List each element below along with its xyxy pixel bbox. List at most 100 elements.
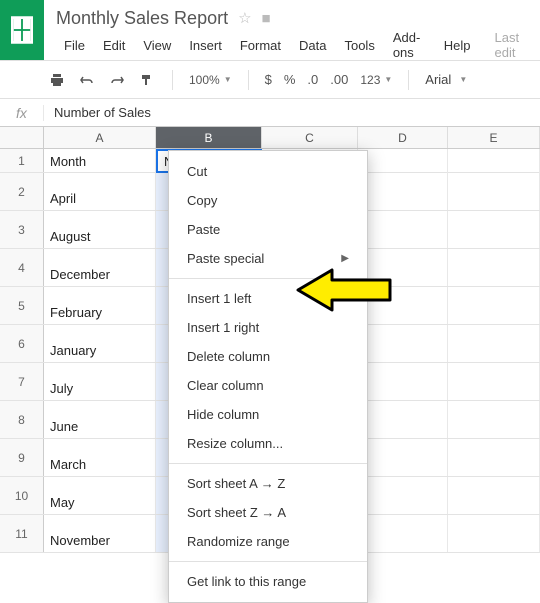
format-currency[interactable]: $ <box>265 72 272 87</box>
cell-A8[interactable]: June <box>44 401 156 438</box>
context-menu-separator <box>169 463 367 464</box>
cell-D8[interactable] <box>358 401 448 438</box>
formula-input[interactable]: Number of Sales <box>44 105 151 120</box>
format-percent[interactable]: % <box>284 72 296 87</box>
row-header[interactable]: 1 <box>0 149 44 172</box>
row-header[interactable]: 3 <box>0 211 44 248</box>
menu-view[interactable]: View <box>135 36 179 55</box>
cell-E2[interactable] <box>448 173 540 210</box>
cell-E11[interactable] <box>448 515 540 552</box>
cell-D4[interactable] <box>358 249 448 286</box>
cell-D1[interactable] <box>358 149 448 173</box>
toolbar-divider <box>408 70 409 90</box>
cell-D11[interactable] <box>358 515 448 552</box>
cell-D7[interactable] <box>358 363 448 400</box>
redo-icon[interactable] <box>108 71 126 89</box>
cell-A5[interactable]: February <box>44 287 156 324</box>
ctx-sort-sheet-a-z[interactable]: Sort sheet A → Z <box>169 469 367 498</box>
submenu-caret-icon: ▶ <box>341 253 349 264</box>
ctx-resize-column-[interactable]: Resize column... <box>169 429 367 458</box>
cell-E10[interactable] <box>448 477 540 514</box>
ctx-paste-special[interactable]: Paste special▶ <box>169 244 367 273</box>
menu-insert[interactable]: Insert <box>181 36 230 55</box>
format-more[interactable]: 123▼ <box>360 73 392 87</box>
cell-A4[interactable]: December <box>44 249 156 286</box>
col-header-b[interactable]: B <box>156 127 262 148</box>
row-header[interactable]: 4 <box>0 249 44 286</box>
cell-A9[interactable]: March <box>44 439 156 476</box>
col-header-e[interactable]: E <box>448 127 540 148</box>
sheets-logo[interactable] <box>0 0 44 60</box>
ctx-paste[interactable]: Paste <box>169 215 367 244</box>
col-header-c[interactable]: C <box>262 127 358 148</box>
ctx-insert-1-right[interactable]: Insert 1 right <box>169 313 367 342</box>
cell-D10[interactable] <box>358 477 448 514</box>
row-header[interactable]: 8 <box>0 401 44 438</box>
menu-tools[interactable]: Tools <box>336 36 382 55</box>
cell-E5[interactable] <box>448 287 540 324</box>
cell-D5[interactable] <box>358 287 448 324</box>
zoom-selector[interactable]: 100%▼ <box>189 73 232 87</box>
cell-D9[interactable] <box>358 439 448 476</box>
ctx-copy[interactable]: Copy <box>169 186 367 215</box>
cell-E7[interactable] <box>448 363 540 400</box>
row-header[interactable]: 9 <box>0 439 44 476</box>
cell-A3[interactable]: August <box>44 211 156 248</box>
cell-D6[interactable] <box>358 325 448 362</box>
col-header-a[interactable]: A <box>44 127 156 148</box>
cell-D3[interactable] <box>358 211 448 248</box>
menu-help[interactable]: Help <box>436 36 479 55</box>
row-header[interactable]: 6 <box>0 325 44 362</box>
col-header-d[interactable]: D <box>358 127 448 148</box>
format-decrease-decimal[interactable]: .0 <box>307 72 318 87</box>
folder-icon[interactable]: ■ <box>262 10 271 27</box>
menu-file[interactable]: File <box>56 36 93 55</box>
font-selector[interactable]: Arial▼ <box>425 72 467 87</box>
menu-edit[interactable]: Edit <box>95 36 133 55</box>
star-icon[interactable]: ☆ <box>238 9 251 27</box>
context-menu: CutCopyPastePaste special▶ Insert 1 leftI… <box>168 150 368 603</box>
row-header[interactable]: 2 <box>0 173 44 210</box>
cell-A6[interactable]: January <box>44 325 156 362</box>
cell-E1[interactable] <box>448 149 540 173</box>
ctx-hide-column[interactable]: Hide column <box>169 400 367 429</box>
row-header[interactable]: 5 <box>0 287 44 324</box>
context-menu-separator <box>169 561 367 562</box>
ctx-insert-1-left[interactable]: Insert 1 left <box>169 284 367 313</box>
menu-bar: File Edit View Insert Format Data Tools … <box>56 32 528 58</box>
ctx-sort-sheet-z-a[interactable]: Sort sheet Z → A <box>169 498 367 527</box>
ctx-get-link-to-this-range[interactable]: Get link to this range <box>169 567 367 596</box>
menu-format[interactable]: Format <box>232 36 289 55</box>
cell-A2[interactable]: April <box>44 173 156 210</box>
paint-format-icon[interactable] <box>138 71 156 89</box>
row-header[interactable]: 11 <box>0 515 44 552</box>
cell-A10[interactable]: May <box>44 477 156 514</box>
ctx-cut[interactable]: Cut <box>169 157 367 186</box>
cell-A1[interactable]: Month <box>44 149 156 173</box>
ctx-clear-column[interactable]: Clear column <box>169 371 367 400</box>
menu-addons[interactable]: Add-ons <box>385 28 434 62</box>
cell-A11[interactable]: November <box>44 515 156 552</box>
cell-A7[interactable]: July <box>44 363 156 400</box>
cell-D2[interactable] <box>358 173 448 210</box>
cell-E3[interactable] <box>448 211 540 248</box>
row-header[interactable]: 10 <box>0 477 44 514</box>
cell-E4[interactable] <box>448 249 540 286</box>
cell-E6[interactable] <box>448 325 540 362</box>
toolbar-divider <box>248 70 249 90</box>
undo-icon[interactable] <box>78 71 96 89</box>
context-menu-separator <box>169 278 367 279</box>
ctx-randomize-range[interactable]: Randomize range <box>169 527 367 556</box>
row-header[interactable]: 7 <box>0 363 44 400</box>
cell-E8[interactable] <box>448 401 540 438</box>
format-increase-decimal[interactable]: .00 <box>330 72 348 87</box>
last-edit-text[interactable]: Last edit <box>495 30 528 60</box>
cell-E9[interactable] <box>448 439 540 476</box>
print-icon[interactable] <box>48 71 66 89</box>
app-header: Monthly Sales Report ☆ ■ File Edit View … <box>0 0 540 61</box>
document-title[interactable]: Monthly Sales Report <box>56 8 228 29</box>
select-all-corner[interactable] <box>0 127 44 148</box>
ctx-delete-column[interactable]: Delete column <box>169 342 367 371</box>
fx-icon[interactable]: fx <box>0 105 44 121</box>
menu-data[interactable]: Data <box>291 36 334 55</box>
